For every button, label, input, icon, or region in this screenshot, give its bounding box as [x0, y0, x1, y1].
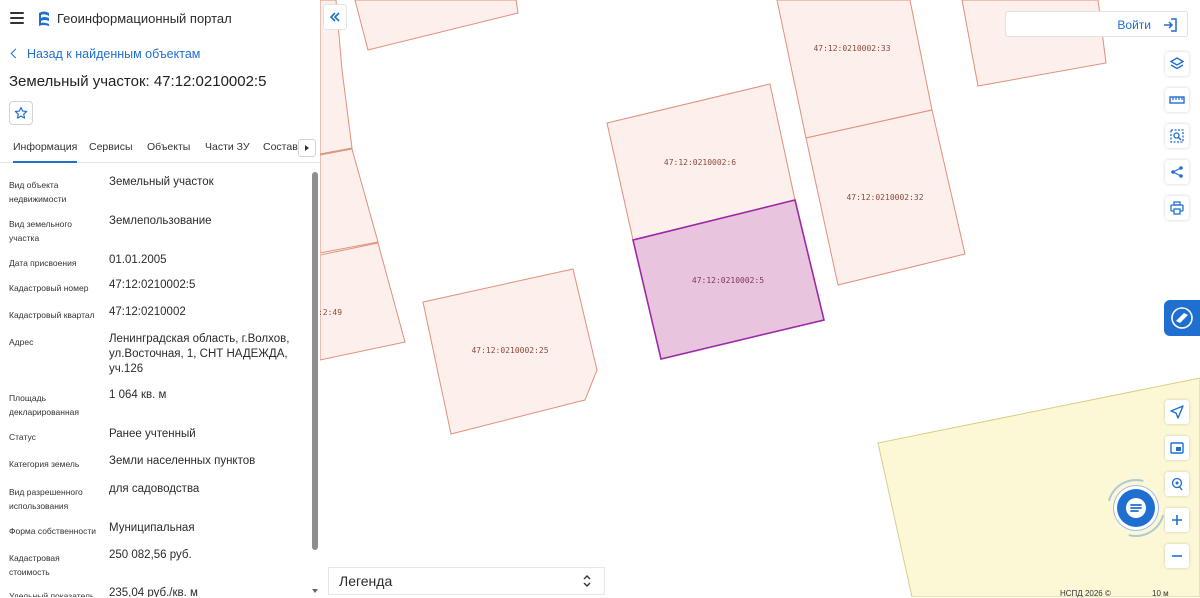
property-label: Вид объекта недвижимости — [9, 180, 67, 204]
parcel — [320, 242, 406, 361]
minimap-button[interactable] — [1165, 436, 1189, 460]
property-label: Вид разрешенного использования — [9, 487, 83, 511]
app-title: Геоинформационный портал — [57, 11, 232, 26]
property-label: Адрес — [9, 337, 34, 347]
area-search-button[interactable] — [1165, 124, 1189, 148]
object-title: Земельный участок: 47:12:0210002:5 — [9, 73, 267, 90]
menu-icon[interactable] — [10, 12, 24, 24]
property-label: Дата присвоения — [9, 258, 77, 268]
property-label: Кадастровый номер — [9, 283, 89, 293]
share-icon — [1171, 166, 1183, 178]
panel-header: Геоинформационный портал — [0, 0, 320, 38]
property-value: 1 064 кв. м — [109, 389, 167, 401]
layers-icon — [1170, 57, 1184, 70]
parcel-label: 47:12:0210002:25 — [471, 346, 548, 355]
zoom-out-icon — [1172, 555, 1182, 557]
property-label: Категория земель — [9, 459, 80, 469]
parcel — [354, 0, 519, 51]
info-panel: Геоинформационный портал Назад к найденн… — [0, 0, 321, 597]
property-value: 47:12:0210002:5 — [109, 279, 196, 291]
tab-objects[interactable]: Объекты — [147, 141, 190, 153]
property-value: 235,04 руб./кв. м — [109, 587, 198, 597]
print-icon — [1170, 201, 1184, 215]
parcel-label: 47:12:0210002:6 — [664, 158, 736, 167]
tab-parts[interactable]: Части ЗУ — [205, 141, 250, 153]
navigate-button[interactable] — [1165, 400, 1189, 424]
measure-button[interactable] — [1165, 88, 1189, 112]
layers-button[interactable] — [1165, 52, 1189, 76]
print-button[interactable] — [1165, 196, 1189, 220]
tab-bar: Информация Сервисы Объекты Части ЗУ Сост… — [0, 136, 320, 163]
property-value: Земли населенных пунктов — [109, 455, 256, 467]
portal-logo-icon — [39, 11, 49, 26]
double-chevron-left-icon — [329, 12, 340, 22]
parcel-label: :2:49 — [320, 308, 342, 317]
parcel — [320, 148, 379, 254]
legend-dropdown[interactable]: Легенда — [328, 567, 605, 595]
extra-panel-tab[interactable] — [1164, 300, 1200, 336]
parcel-label-selected: 47:12:0210002:5 — [692, 276, 764, 285]
navigate-icon — [1170, 405, 1184, 419]
chevron-left-icon — [10, 48, 21, 59]
legend-label: Легенда — [339, 573, 393, 589]
star-icon — [14, 106, 28, 119]
property-value: для садоводства — [109, 483, 200, 495]
zoom-in-button[interactable] — [1165, 508, 1189, 532]
tab-info[interactable]: Информация — [13, 141, 78, 163]
ruler-icon — [1169, 96, 1185, 104]
area-search-icon — [1170, 129, 1184, 143]
property-label: Вид земельного участка — [9, 219, 73, 243]
parcel-label: 47:12:0210002:32 — [846, 193, 923, 202]
property-label: Кадастровая стоимость — [9, 553, 60, 577]
collapse-panel-button[interactable] — [323, 4, 347, 30]
property-label: Площадь декларированная — [9, 393, 79, 417]
scroll-down-arrow-icon[interactable] — [312, 589, 318, 593]
tab-services[interactable]: Сервисы — [89, 141, 133, 153]
chevron-up-down-icon — [583, 575, 591, 587]
property-label: Статус — [9, 432, 36, 442]
property-value: Земельный участок — [109, 176, 214, 188]
sign-in-icon — [1164, 18, 1177, 32]
locate-icon — [1171, 477, 1183, 491]
tab-composition[interactable]: Состав — [263, 141, 298, 153]
property-value: 250 082,56 руб. — [109, 549, 192, 561]
property-value: Землепользование — [109, 215, 212, 227]
property-value: 47:12:0210002 — [109, 306, 186, 318]
map-view[interactable]: 47:12:0210002:33 47:12:0210002:6 47:12:0… — [320, 0, 1200, 597]
locate-button[interactable] — [1165, 472, 1189, 496]
zoom-in-icon — [1172, 515, 1182, 525]
back-to-results-link[interactable]: Назад к найденным объектам — [10, 47, 200, 61]
property-value: 01.01.2005 — [109, 254, 167, 266]
zoom-out-button[interactable] — [1165, 544, 1189, 568]
property-label: Удельный показатель — [9, 591, 95, 597]
property-value: Ранее учтенный — [109, 428, 196, 440]
tabs-scroll-right-button[interactable] — [298, 139, 316, 157]
property-value: Муниципальная — [109, 522, 195, 534]
property-value: Ленинградская область, г.Волхов, ул.Вост… — [109, 333, 290, 375]
favorite-button[interactable] — [9, 101, 33, 125]
parcel-label: 47:12:0210002:33 — [813, 44, 890, 53]
share-button[interactable] — [1165, 160, 1189, 184]
login-button[interactable]: Войти — [1005, 11, 1188, 37]
cadastral-map[interactable]: 47:12:0210002:33 47:12:0210002:6 47:12:0… — [320, 0, 1200, 597]
property-label: Кадастровый квартал — [9, 310, 95, 320]
minimap-icon — [1170, 442, 1184, 454]
chat-bubble-icon — [1126, 498, 1146, 518]
login-label: Войти — [1117, 18, 1151, 32]
chat-panel-icon — [1171, 307, 1193, 329]
panel-scrollbar[interactable] — [312, 172, 318, 550]
property-label: Форма собственности — [9, 526, 96, 536]
chat-assistant-button[interactable] — [1117, 489, 1155, 527]
back-link-label: Назад к найденным объектам — [27, 47, 201, 61]
